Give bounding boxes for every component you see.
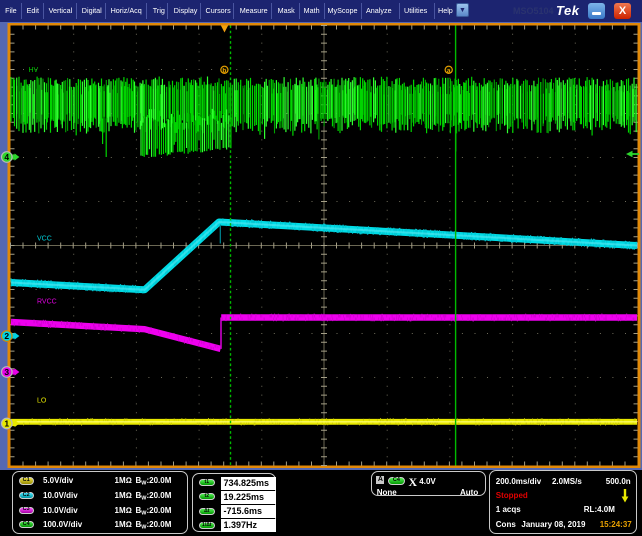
svg-text:4: 4	[4, 152, 9, 162]
svg-text:LO: LO	[37, 397, 47, 404]
svg-text:RVCC: RVCC	[37, 298, 57, 305]
svg-text:3: 3	[4, 367, 9, 377]
svg-text:a: a	[447, 67, 451, 74]
svg-text:HV: HV	[29, 67, 39, 74]
svg-text:b: b	[222, 67, 226, 74]
svg-text:VCC: VCC	[37, 235, 52, 242]
svg-text:2: 2	[4, 331, 9, 341]
svg-text:1: 1	[4, 418, 9, 428]
